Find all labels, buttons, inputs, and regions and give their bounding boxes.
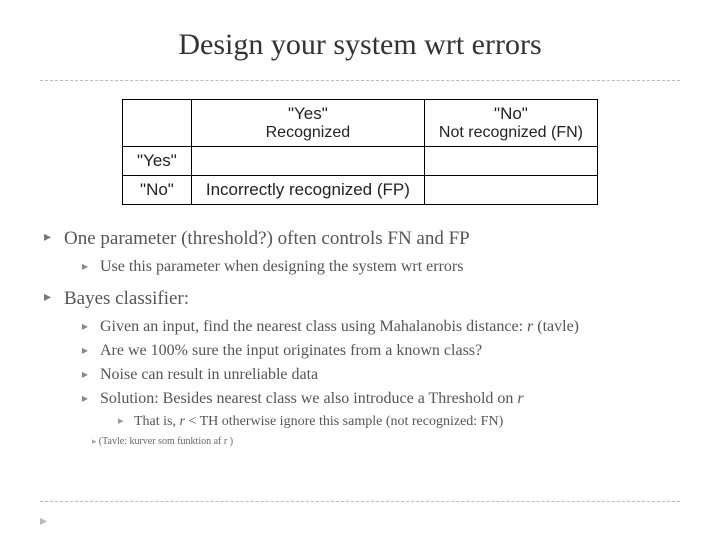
row-label-yes: "Yes" (123, 147, 192, 176)
var-r-2: r (517, 390, 523, 407)
slide: Design your system wrt errors "Yes" Reco… (0, 0, 720, 540)
bullet-bayes: Bayes classifier: Given an input, find t… (44, 287, 680, 449)
col-header-no: "No" Not recognized (FN) (424, 100, 597, 147)
slide-title: Design your system wrt errors (40, 28, 680, 62)
col-header-yes-sub: Recognized (206, 124, 410, 142)
bullet-bayes-text: Bayes classifier: (64, 288, 189, 309)
footnote-tavle: (Tavle: kurver som funktion af r ) (64, 436, 680, 449)
divider-top (40, 80, 680, 81)
body: One parameter (threshold?) often control… (40, 227, 680, 449)
bullet-list: One parameter (threshold?) often control… (40, 227, 680, 449)
bullet-one-parameter: One parameter (threshold?) often control… (44, 227, 680, 277)
bullet-use-parameter: Use this parameter when designing the sy… (82, 257, 680, 277)
cell-yes-no (424, 147, 597, 176)
confusion-table: "Yes" Recognized "No" Not recognized (FN… (122, 99, 598, 205)
bullet-sure-known-class: Are we 100% sure the input originates fr… (82, 341, 680, 361)
col-header-yes-main: "Yes" (288, 104, 328, 123)
bullet-noise: Noise can result in unreliable data (82, 365, 680, 385)
nav-marker-icon: ▸ (40, 513, 47, 530)
cell-no-no (424, 176, 597, 205)
bullet-mahalanobis: Given an input, find the nearest class u… (82, 317, 680, 337)
bullet-threshold-rule: That is, r < TH otherwise ignore this sa… (118, 413, 680, 431)
col-header-no-main: "No" (494, 104, 528, 123)
cell-yes-yes (191, 147, 424, 176)
col-header-no-sub: Not recognized (FN) (439, 124, 583, 142)
table-corner (123, 100, 192, 147)
divider-bottom (40, 501, 680, 502)
col-header-yes: "Yes" Recognized (191, 100, 424, 147)
cell-no-yes: Incorrectly recognized (FP) (191, 176, 424, 205)
bullet-one-parameter-text: One parameter (threshold?) often control… (64, 228, 470, 249)
bullet-solution-threshold: Solution: Besides nearest class we also … (82, 389, 680, 431)
row-label-no: "No" (123, 176, 192, 205)
